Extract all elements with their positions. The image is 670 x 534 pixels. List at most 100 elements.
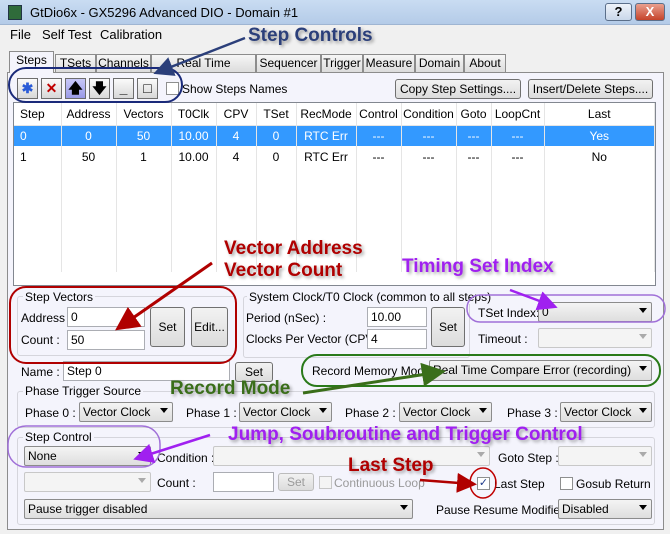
pause-resume-modifier-combo[interactable]: Disabled: [558, 499, 652, 519]
new-step-icon[interactable]: ✱: [17, 78, 38, 99]
timeout-label: Timeout :: [478, 332, 528, 346]
trigger-combo[interactable]: [24, 472, 151, 492]
goto-step-combo[interactable]: [558, 446, 652, 466]
phase1-label: Phase 1 :: [186, 406, 237, 420]
tab-steps[interactable]: Steps: [9, 51, 54, 73]
annotation-vector-count: Vector Count: [224, 260, 343, 281]
table-cell: 10.00: [171, 125, 217, 146]
cpv-input[interactable]: 4: [367, 329, 427, 349]
tset-index-combo[interactable]: 0: [538, 302, 652, 322]
column-header[interactable]: Address: [61, 103, 117, 126]
maximize-icon[interactable]: □: [137, 78, 158, 99]
show-steps-names-checkbox[interactable]: [166, 82, 179, 95]
loop-count-input[interactable]: [213, 472, 274, 492]
table-cell: ---: [456, 125, 492, 146]
annotation-step-controls: Step Controls: [248, 25, 373, 46]
tset-index-value: 0: [542, 305, 549, 319]
annotation-vector-address: Vector Address: [224, 238, 363, 259]
column-header[interactable]: RecMode: [296, 103, 357, 126]
phase0-value: Vector Clock: [83, 405, 151, 419]
table-row[interactable]: 1 50 1 10.00 4 0 RTC Err --- --- --- --- No: [14, 146, 655, 167]
annotation-last-step: Last Step: [348, 455, 434, 476]
column-header[interactable]: CPV: [216, 103, 257, 126]
table-cell: ---: [491, 125, 545, 146]
table-cell: Yes: [544, 125, 655, 146]
column-header[interactable]: Goto: [456, 103, 492, 126]
last-step-label: Last Step: [494, 477, 545, 491]
column-header[interactable]: LoopCnt: [491, 103, 545, 126]
table-cell: 1: [116, 146, 172, 167]
tab-domain[interactable]: Domain: [415, 54, 464, 72]
period-input[interactable]: 10.00: [367, 307, 427, 327]
copy-step-settings-button[interactable]: Copy Step Settings....: [395, 79, 521, 99]
system-clock-title: System Clock/T0 Clock (common to all ste…: [247, 290, 494, 304]
count-input[interactable]: 50: [67, 330, 145, 350]
phase2-value: Vector Clock: [403, 405, 471, 419]
dropdown-arrow-icon: [639, 505, 647, 510]
phase1-combo[interactable]: Vector Clock: [239, 402, 332, 422]
phase-trigger-title: Phase Trigger Source: [23, 384, 144, 398]
address-input[interactable]: 0: [67, 307, 145, 327]
record-mode-value: Real Time Compare Error (recording): [433, 363, 632, 377]
close-button[interactable]: X: [635, 3, 665, 21]
phase3-value: Vector Clock: [564, 405, 632, 419]
help-button[interactable]: ?: [605, 3, 632, 21]
tab-real-time-compare[interactable]: Real Time Compare: [151, 54, 256, 87]
move-up-icon[interactable]: 🡅: [65, 78, 86, 99]
column-header[interactable]: Vectors: [116, 103, 172, 126]
delete-step-icon[interactable]: ✕: [41, 78, 62, 99]
vectors-set-button[interactable]: Set: [150, 307, 185, 347]
phase3-label: Phase 3 :: [507, 406, 558, 420]
dropdown-arrow-icon: [639, 366, 647, 371]
loop-count-set-button[interactable]: Set: [278, 473, 314, 491]
minimize-icon[interactable]: _: [113, 78, 134, 99]
cpv-label: Clocks Per Vector (CPV):: [246, 332, 381, 346]
table-cell: ---: [356, 146, 402, 167]
tab-sequencer[interactable]: Sequencer: [256, 54, 321, 72]
timeout-combo[interactable]: [538, 328, 652, 348]
step-control-title: Step Control: [23, 430, 94, 444]
step-control-combo[interactable]: None: [24, 446, 151, 466]
tab-trigger[interactable]: Trigger: [321, 54, 363, 72]
title-bar[interactable]: GtDio6x - GX5296 Advanced DIO - Domain #…: [0, 0, 670, 25]
phase2-combo[interactable]: Vector Clock: [399, 402, 492, 422]
tab-measure[interactable]: Measure: [363, 54, 415, 72]
table-cell: ---: [401, 146, 457, 167]
menu-file[interactable]: File: [10, 27, 31, 42]
phase0-combo[interactable]: Vector Clock: [79, 402, 173, 422]
tab-about[interactable]: About: [464, 54, 506, 72]
continuous-loop-checkbox[interactable]: [319, 476, 332, 489]
move-down-icon[interactable]: 🡇: [89, 78, 110, 99]
pause-resume-modifier-label: Pause Resume Modifier :: [436, 503, 571, 517]
insert-delete-steps-button[interactable]: Insert/Delete Steps....: [528, 79, 653, 99]
column-header[interactable]: Last: [544, 103, 655, 126]
column-header[interactable]: Step: [14, 103, 62, 126]
tab-tsets[interactable]: TSets: [55, 54, 96, 72]
menu-self-test[interactable]: Self Test: [42, 27, 92, 42]
phase3-combo[interactable]: Vector Clock: [560, 402, 652, 422]
column-header[interactable]: Control: [356, 103, 402, 126]
menu-calibration[interactable]: Calibration: [100, 27, 162, 42]
edit-vectors-button[interactable]: Edit...: [191, 307, 228, 347]
column-header[interactable]: T0Clk: [171, 103, 217, 126]
column-header[interactable]: Condition: [401, 103, 457, 126]
step-control-value: None: [28, 449, 57, 463]
pause-trigger-combo[interactable]: Pause trigger disabled: [24, 499, 413, 519]
table-row[interactable]: 0 0 50 10.00 4 0 RTC Err --- --- --- --- Yes: [14, 125, 655, 146]
last-step-checkbox[interactable]: ✓: [477, 477, 490, 490]
dropdown-arrow-icon: [400, 505, 408, 510]
table-cell: No: [544, 146, 655, 167]
gosub-return-checkbox[interactable]: [560, 477, 573, 490]
table-cell: 0: [256, 146, 297, 167]
record-mode-combo[interactable]: Real Time Compare Error (recording): [429, 360, 652, 381]
table-cell: RTC Err: [296, 146, 357, 167]
phase1-value: Vector Clock: [243, 405, 311, 419]
column-header[interactable]: TSet: [256, 103, 297, 126]
tab-channels[interactable]: Channels: [96, 54, 151, 72]
goto-step-label: Goto Step :: [498, 451, 559, 465]
address-label: Address :: [21, 311, 72, 325]
table-cell: 10.00: [171, 146, 217, 167]
dropdown-arrow-icon: [639, 308, 647, 313]
gosub-return-label: Gosub Return: [576, 477, 651, 491]
clock-set-button[interactable]: Set: [431, 307, 465, 347]
